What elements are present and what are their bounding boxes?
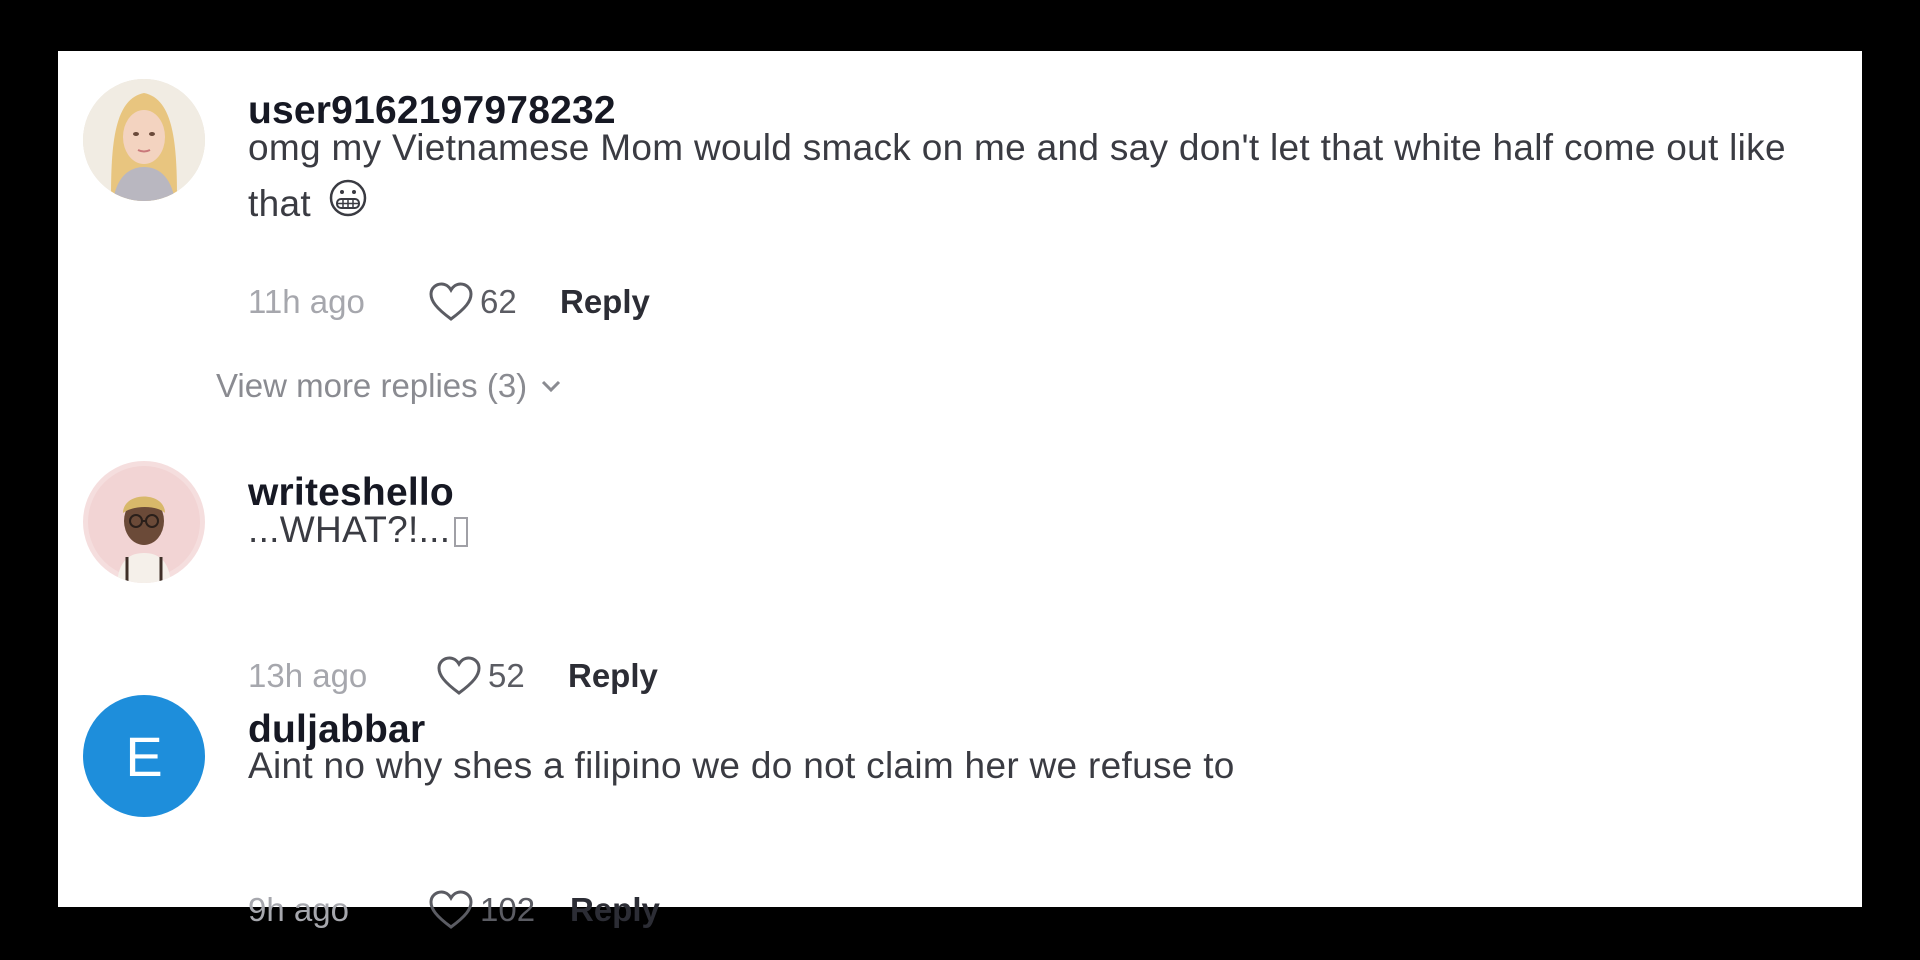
comment-text-content: omg my Vietnamese Mom would smack on me … (248, 127, 1786, 224)
reply-button[interactable]: Reply (560, 283, 650, 321)
comment-text: ...WHAT?!... (248, 502, 1828, 558)
reply-button[interactable]: Reply (570, 891, 660, 929)
comment-text: Aint no why shes a filipino we do not cl… (248, 738, 1828, 794)
avatar[interactable]: E (83, 695, 205, 817)
heart-outline-icon (429, 282, 473, 321)
avatar[interactable] (83, 461, 205, 583)
comment-text: omg my Vietnamese Mom would smack on me … (248, 120, 1828, 234)
avatar-letter: E (125, 724, 163, 788)
heart-outline-icon (437, 656, 481, 695)
view-more-replies-label: View more replies (3) (216, 367, 528, 404)
reply-button[interactable]: Reply (568, 657, 658, 695)
grimacing-face-emoji-icon (328, 178, 368, 234)
like-count: 102 (480, 891, 536, 928)
comments-panel: user9162197978232 omg my Vietnamese Mom … (58, 51, 1862, 929)
like-count: 62 (480, 283, 517, 320)
timestamp: 9h ago (248, 891, 349, 928)
chevron-down-icon (542, 380, 561, 393)
heart-outline-icon (429, 890, 473, 929)
comment-meta: 11h ago 62 Reply (248, 277, 650, 327)
view-more-replies-button[interactable]: View more replies (3) (216, 367, 563, 405)
comment-text-content: ...WHAT?!... (248, 509, 451, 550)
avatar[interactable] (83, 79, 205, 201)
like-button[interactable]: 102 (428, 889, 550, 931)
like-button[interactable]: 62 (428, 281, 540, 323)
comment-meta: 9h ago 102 Reply (248, 885, 660, 935)
missing-glyph-icon (454, 517, 469, 548)
like-count: 52 (488, 657, 525, 694)
timestamp: 13h ago (248, 657, 368, 694)
timestamp: 11h ago (248, 283, 365, 320)
like-button[interactable]: 52 (436, 655, 548, 697)
comment-meta: 13h ago 52 Reply (248, 651, 658, 701)
comment-text-content: Aint no why shes a filipino we do not cl… (248, 745, 1235, 786)
